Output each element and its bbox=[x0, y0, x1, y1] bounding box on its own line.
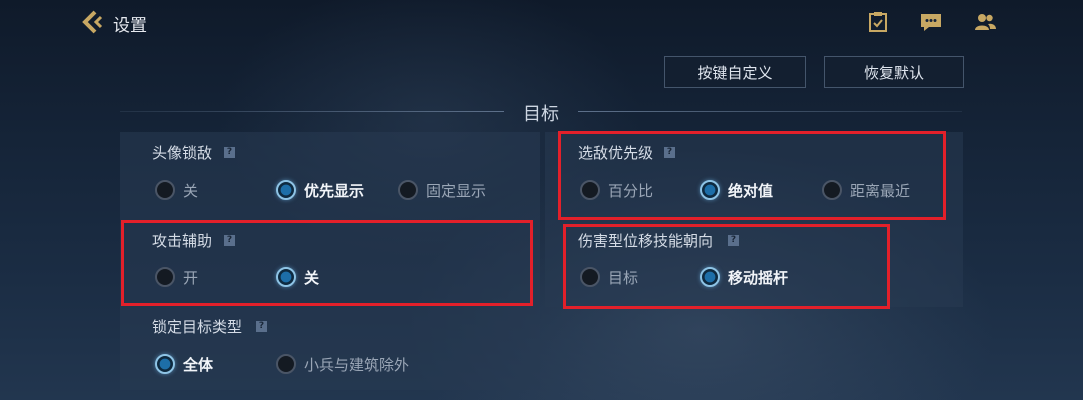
radio-option-percentage[interactable]: 百分比 bbox=[580, 178, 680, 202]
help-icon[interactable]: ? bbox=[728, 235, 739, 246]
option-label: 关 bbox=[183, 182, 199, 200]
help-icon[interactable]: ? bbox=[256, 321, 267, 332]
option-label: 目标 bbox=[608, 269, 639, 287]
radio-icon bbox=[155, 180, 175, 200]
key-custom-button[interactable]: 按键自定义 bbox=[664, 56, 806, 88]
option-label: 绝对值 bbox=[728, 182, 774, 200]
radio-selected-icon bbox=[276, 267, 296, 287]
radio-option-absolute[interactable]: 绝对值 bbox=[700, 178, 800, 202]
radio-option-off[interactable]: 关 bbox=[276, 265, 346, 289]
option-label: 优先显示 bbox=[304, 182, 365, 200]
radio-option-on[interactable]: 开 bbox=[155, 265, 225, 289]
section-header: 目标 bbox=[120, 98, 962, 125]
option-label: 百分比 bbox=[608, 182, 654, 200]
checklist-icon[interactable] bbox=[866, 10, 890, 34]
radio-selected-icon bbox=[155, 354, 175, 374]
option-label: 移动摇杆 bbox=[728, 269, 789, 287]
radio-option-all[interactable]: 全体 bbox=[155, 352, 235, 376]
chat-icon[interactable] bbox=[919, 10, 943, 34]
help-icon[interactable]: ? bbox=[224, 147, 235, 158]
radio-selected-icon bbox=[700, 180, 720, 200]
option-label: 全体 bbox=[183, 356, 214, 374]
back-chevron-icon[interactable] bbox=[80, 9, 106, 35]
option-label: 距离最近 bbox=[850, 182, 911, 200]
setting-label: 选敌优先级 bbox=[578, 144, 654, 162]
radio-selected-icon bbox=[700, 267, 720, 287]
help-icon[interactable]: ? bbox=[224, 235, 235, 246]
radio-option-off[interactable]: 关 bbox=[155, 178, 225, 202]
radio-icon bbox=[580, 267, 600, 287]
radio-option-priority-show[interactable]: 优先显示 bbox=[276, 178, 386, 202]
page-title: 设置 bbox=[113, 16, 147, 36]
radio-icon bbox=[155, 267, 175, 287]
option-label: 固定显示 bbox=[426, 182, 487, 200]
setting-label: 头像锁敌 bbox=[152, 144, 213, 162]
radio-icon bbox=[276, 354, 296, 374]
radio-icon bbox=[822, 180, 842, 200]
radio-option-nearest[interactable]: 距离最近 bbox=[822, 178, 932, 202]
radio-option-move-joystick[interactable]: 移动摇杆 bbox=[700, 265, 810, 289]
top-bar: 设置 bbox=[0, 0, 1083, 44]
help-icon[interactable]: ? bbox=[664, 147, 675, 158]
divider-left bbox=[120, 111, 504, 112]
option-label: 关 bbox=[304, 269, 320, 287]
radio-icon bbox=[580, 180, 600, 200]
friends-icon[interactable] bbox=[973, 10, 997, 34]
option-label: 小兵与建筑除外 bbox=[304, 356, 410, 374]
reset-default-button[interactable]: 恢复默认 bbox=[824, 56, 964, 88]
radio-icon bbox=[398, 180, 418, 200]
radio-option-exclude-minions-buildings[interactable]: 小兵与建筑除外 bbox=[276, 352, 426, 376]
radio-option-target[interactable]: 目标 bbox=[580, 265, 660, 289]
option-label: 开 bbox=[183, 269, 199, 287]
setting-label: 锁定目标类型 bbox=[152, 318, 243, 336]
setting-label: 伤害型位移技能朝向 bbox=[578, 232, 714, 250]
section-title: 目标 bbox=[523, 104, 559, 125]
setting-label: 攻击辅助 bbox=[152, 232, 213, 250]
radio-selected-icon bbox=[276, 180, 296, 200]
divider-right bbox=[578, 111, 962, 112]
radio-option-fixed-show[interactable]: 固定显示 bbox=[398, 178, 508, 202]
